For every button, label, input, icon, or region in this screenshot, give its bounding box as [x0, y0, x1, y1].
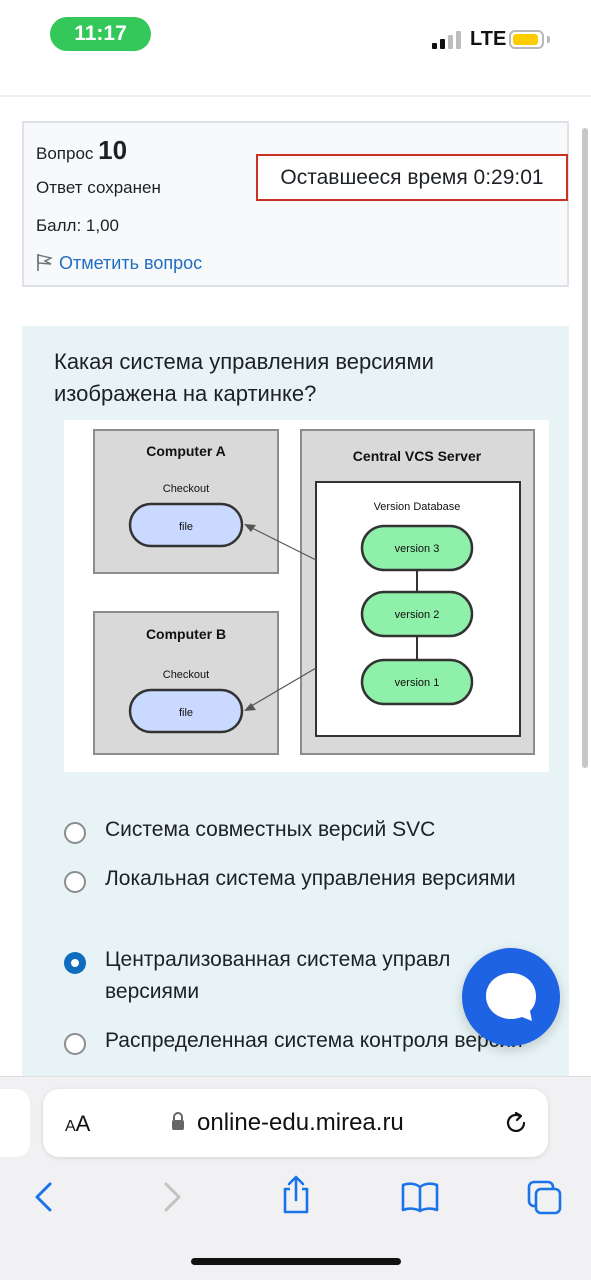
- computer-a-label: Computer A: [146, 443, 226, 459]
- network-type: LTE: [470, 28, 507, 50]
- signal-strength-icon: [432, 31, 462, 49]
- radio-button[interactable]: [64, 1033, 86, 1055]
- answer-option[interactable]: Система совместных версий SVC: [62, 814, 532, 846]
- bookmarks-icon[interactable]: [400, 1181, 440, 1213]
- radio-button-checked[interactable]: [64, 952, 86, 974]
- tabs-icon[interactable]: [526, 1179, 564, 1215]
- previous-tab-preview[interactable]: [0, 1089, 30, 1157]
- chat-bubble-icon: [486, 973, 536, 1021]
- flag-icon: [37, 254, 54, 271]
- question-label-text: Вопрос: [36, 144, 94, 163]
- share-icon[interactable]: [280, 1175, 312, 1215]
- chat-button[interactable]: [462, 948, 560, 1046]
- computer-b-file-label: file: [179, 707, 193, 719]
- question-state: Ответ сохранен: [36, 178, 161, 197]
- question-number-label: Вопрос 10: [36, 135, 127, 166]
- vcs-diagram-image: Computer A Checkout file Computer B Chec…: [64, 420, 549, 772]
- lock-icon: [172, 1112, 184, 1130]
- version-1-label: version 1: [395, 677, 440, 689]
- computer-b-label: Computer B: [146, 626, 226, 642]
- version-2-label: version 2: [395, 609, 440, 621]
- vcs-diagram-svg: Computer A Checkout file Computer B Chec…: [93, 429, 535, 755]
- page-settings-button[interactable]: AA: [65, 1111, 90, 1137]
- server-title: Central VCS Server: [353, 448, 482, 464]
- answer-option[interactable]: Локальная система управления версиями: [62, 863, 532, 927]
- computer-a-checkout-label: Checkout: [163, 483, 209, 495]
- browser-toolbar: AA online-edu.mirea.ru: [0, 1076, 591, 1280]
- flag-question-label[interactable]: Отметить вопрос: [59, 253, 202, 273]
- answer-label[interactable]: Система совместных версий SVC: [105, 814, 525, 846]
- battery-cap: [547, 36, 550, 43]
- battery-icon: [509, 30, 544, 49]
- question-grade: Балл: 1,00: [36, 216, 119, 235]
- status-bar: 11:17 LTE: [0, 0, 591, 70]
- version-3-label: version 3: [395, 543, 440, 555]
- computer-a-file-label: file: [179, 521, 193, 533]
- answer-label[interactable]: Локальная система управления версиями: [105, 863, 525, 895]
- status-time: 11:17: [50, 17, 151, 51]
- reload-icon[interactable]: [503, 1110, 529, 1136]
- scrollbar-thumb[interactable]: [582, 128, 588, 768]
- version-database-title: Version Database: [374, 501, 461, 513]
- url-text[interactable]: online-edu.mirea.ru: [197, 1109, 404, 1137]
- back-icon[interactable]: [32, 1181, 56, 1213]
- computer-b-checkout-label: Checkout: [163, 669, 209, 681]
- address-bar[interactable]: AA online-edu.mirea.ru: [43, 1089, 548, 1157]
- question-text: Какая система управления версиями изобра…: [54, 349, 434, 406]
- radio-button[interactable]: [64, 822, 86, 844]
- time-remaining: Оставшееся время 0:29:01: [256, 154, 568, 201]
- question-number: 10: [98, 135, 128, 165]
- header-divider: [0, 95, 591, 97]
- flag-question-link[interactable]: Отметить вопрос: [36, 253, 202, 274]
- forward-icon[interactable]: [160, 1181, 184, 1213]
- question-info-box: Вопрос 10 Ответ сохранен Балл: 1,00 Отме…: [22, 121, 569, 287]
- radio-button[interactable]: [64, 871, 86, 893]
- home-indicator: [191, 1258, 401, 1265]
